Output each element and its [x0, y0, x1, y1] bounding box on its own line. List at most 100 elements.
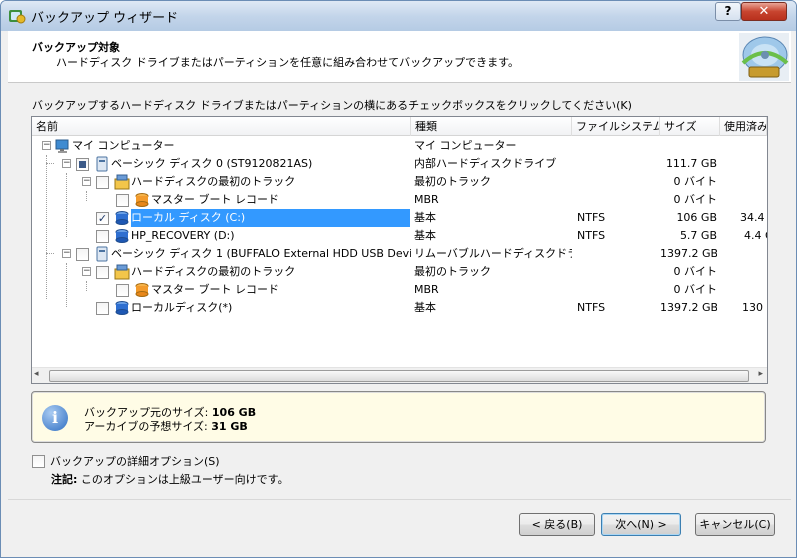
tree-row[interactable]: マスター ブート レコード MBR 0 バイト — [32, 281, 767, 299]
note-text: 注記: このオプションは上級ユーザー向けです。 — [51, 471, 289, 487]
note-prefix: 注記: — [51, 473, 78, 486]
help-button[interactable]: ? — [715, 2, 741, 21]
mbr-icon — [135, 283, 149, 297]
archive-size-line: アーカイブの予想サイズ: 31 GB — [84, 418, 248, 434]
tree-row[interactable]: − マイ コンピューター マイ コンピューター — [32, 137, 767, 155]
tree-item-label: マスター ブート レコード — [151, 283, 279, 296]
track-icon — [114, 264, 130, 280]
collapse-toggle[interactable]: − — [82, 267, 91, 276]
tree-row[interactable]: ✓ ローカル ディスク (C:) 基本 NTFS 106 GB 34.4 G — [32, 209, 767, 227]
footer-divider — [8, 499, 791, 500]
tree-item-size: 106 GB — [676, 211, 717, 224]
tree-item-size: 5.7 GB — [679, 229, 717, 242]
tree-item-fs: NTFS — [577, 301, 606, 314]
backup-disc-icon — [739, 33, 789, 81]
backup-wizard-window: バックアップ ウィザード ? ✕ バックアップ対象 ハードディスク ドライブまた… — [0, 0, 797, 558]
instruction-text: バックアップするハードディスク ドライブまたはパーティションの横にあるチェックボ… — [32, 99, 632, 112]
close-button[interactable]: ✕ — [741, 2, 787, 21]
tree-row[interactable]: ローカルディスク(*) 基本 NTFS 1397.2 GB 130 M — [32, 299, 767, 317]
tree-item-fs: NTFS — [577, 211, 606, 224]
tree-header: 名前 種類 ファイルシステム サイズ 使用済み — [32, 117, 767, 136]
computer-icon — [55, 139, 69, 153]
tree-row[interactable]: − ベーシック ディスク 1 (BUFFALO External HDD USB… — [32, 245, 767, 263]
mbr-checkbox[interactable] — [116, 284, 129, 297]
page-title: バックアップ対象 — [32, 41, 120, 54]
advanced-options[interactable]: バックアップの詳細オプション(S) — [32, 453, 220, 469]
window-title: バックアップ ウィザード — [31, 11, 179, 26]
local-disk-checkbox[interactable] — [96, 302, 109, 315]
tree-item-label: HP_RECOVERY (D:) — [131, 229, 235, 242]
tree-item-size: 0 バイト — [673, 265, 718, 278]
tree-item-size: 0 バイト — [673, 283, 718, 296]
note-body: このオプションは上級ユーザー向けです。 — [80, 473, 289, 486]
disk-icon — [96, 246, 108, 262]
wizard-app-icon — [9, 10, 26, 24]
col-used[interactable]: 使用済み — [720, 117, 767, 136]
tree-item-type: MBR — [414, 283, 439, 296]
tree-item-used: 130 M — [742, 301, 767, 314]
tree-item-fs: NTFS — [577, 229, 606, 242]
tree-item-label: ローカルディスク(*) — [131, 301, 233, 314]
col-name[interactable]: 名前 — [32, 117, 411, 136]
wizard-header: バックアップ対象 ハードディスク ドライブまたはパーティションを任意に組み合わせ… — [8, 31, 791, 83]
tree-item-type: リムーバブルハードディスクドライブ — [414, 247, 572, 260]
disk1-checkbox[interactable] — [76, 248, 89, 261]
collapse-toggle[interactable]: − — [42, 141, 51, 150]
tree-row[interactable]: − ハードディスクの最初のトラック 最初のトラック 0 バイト — [32, 263, 767, 281]
tree-item-label: マイ コンピューター — [72, 139, 175, 152]
tree-row[interactable]: マスター ブート レコード MBR 0 バイト — [32, 191, 767, 209]
tree-item-type: 基本 — [414, 211, 436, 224]
disk-icon — [96, 156, 108, 172]
tree-item-type: 内部ハードディスクドライブ — [414, 157, 557, 170]
tree-item-type: 基本 — [414, 229, 436, 242]
tree-item-label: ハードディスクの最初のトラック — [131, 265, 296, 278]
cancel-button[interactable]: キャンセル(C) — [695, 513, 775, 536]
tree-item-label: ベーシック ディスク 1 (BUFFALO External HDD USB D… — [111, 247, 411, 260]
first-track-checkbox[interactable] — [96, 266, 109, 279]
scroll-left-icon[interactable]: ◂ — [34, 369, 39, 379]
col-type[interactable]: 種類 — [411, 117, 572, 136]
collapse-toggle[interactable]: − — [62, 249, 71, 258]
tree-item-label: ハードディスクの最初のトラック — [131, 175, 296, 188]
tree-item-used: 4.4 G — [744, 229, 767, 242]
tree-item-type: 最初のトラック — [414, 175, 491, 188]
next-button[interactable]: 次へ(N) > — [601, 513, 681, 536]
tree-item-type: 基本 — [414, 301, 436, 314]
tree-row[interactable]: − ハードディスクの最初のトラック 最初のトラック 0 バイト — [32, 173, 767, 191]
scroll-right-icon[interactable]: ▸ — [758, 369, 763, 379]
tree-item-size: 0 バイト — [673, 175, 718, 188]
track-icon — [114, 174, 130, 190]
partition-icon — [115, 301, 129, 315]
title-bar: バックアップ ウィザード ? ✕ — [1, 1, 796, 31]
collapse-toggle[interactable]: − — [82, 177, 91, 186]
tree-item-label: ベーシック ディスク 0 (ST9120821AS) — [111, 157, 313, 170]
mbr-icon — [135, 193, 149, 207]
tree-row[interactable]: − ベーシック ディスク 0 (ST9120821AS) 内部ハードディスクドラ… — [32, 155, 767, 173]
tree-item-type: マイ コンピューター — [414, 139, 517, 152]
drive-d-checkbox[interactable] — [96, 230, 109, 243]
disk0-checkbox[interactable] — [76, 158, 89, 171]
first-track-checkbox[interactable] — [96, 176, 109, 189]
tree-item-used: 34.4 G — [740, 211, 767, 224]
mbr-checkbox[interactable] — [116, 194, 129, 207]
collapse-toggle[interactable]: − — [62, 159, 71, 168]
drive-c-checkbox[interactable]: ✓ — [96, 212, 109, 225]
info-icon: i — [42, 405, 68, 431]
page-subtitle: ハードディスク ドライブまたはパーティションを任意に組み合わせてバックアップでき… — [56, 56, 519, 69]
col-size[interactable]: サイズ — [660, 117, 720, 136]
back-button[interactable]: < 戻る(B) — [519, 513, 595, 536]
col-filesystem[interactable]: ファイルシステム — [572, 117, 660, 136]
tree-item-size: 0 バイト — [673, 193, 718, 206]
scroll-thumb[interactable] — [49, 370, 749, 382]
archive-size-value: 31 GB — [211, 420, 248, 433]
tree-item-label: ローカル ディスク (C:) — [131, 209, 410, 227]
partition-icon — [115, 229, 129, 243]
horizontal-scrollbar[interactable]: ◂ ▸ — [32, 367, 767, 383]
tree-item-label: マスター ブート レコード — [151, 193, 279, 206]
advanced-options-label[interactable]: バックアップの詳細オプション(S) — [50, 453, 220, 469]
tree-row[interactable]: HP_RECOVERY (D:) 基本 NTFS 5.7 GB 4.4 G — [32, 227, 767, 245]
size-info-panel: i バックアップ元のサイズ: 106 GB アーカイブの予想サイズ: 31 GB — [31, 391, 766, 443]
tree-item-size: 111.7 GB — [665, 157, 717, 170]
tree-item-size: 1397.2 GB — [660, 301, 717, 314]
advanced-options-checkbox[interactable] — [32, 455, 45, 468]
